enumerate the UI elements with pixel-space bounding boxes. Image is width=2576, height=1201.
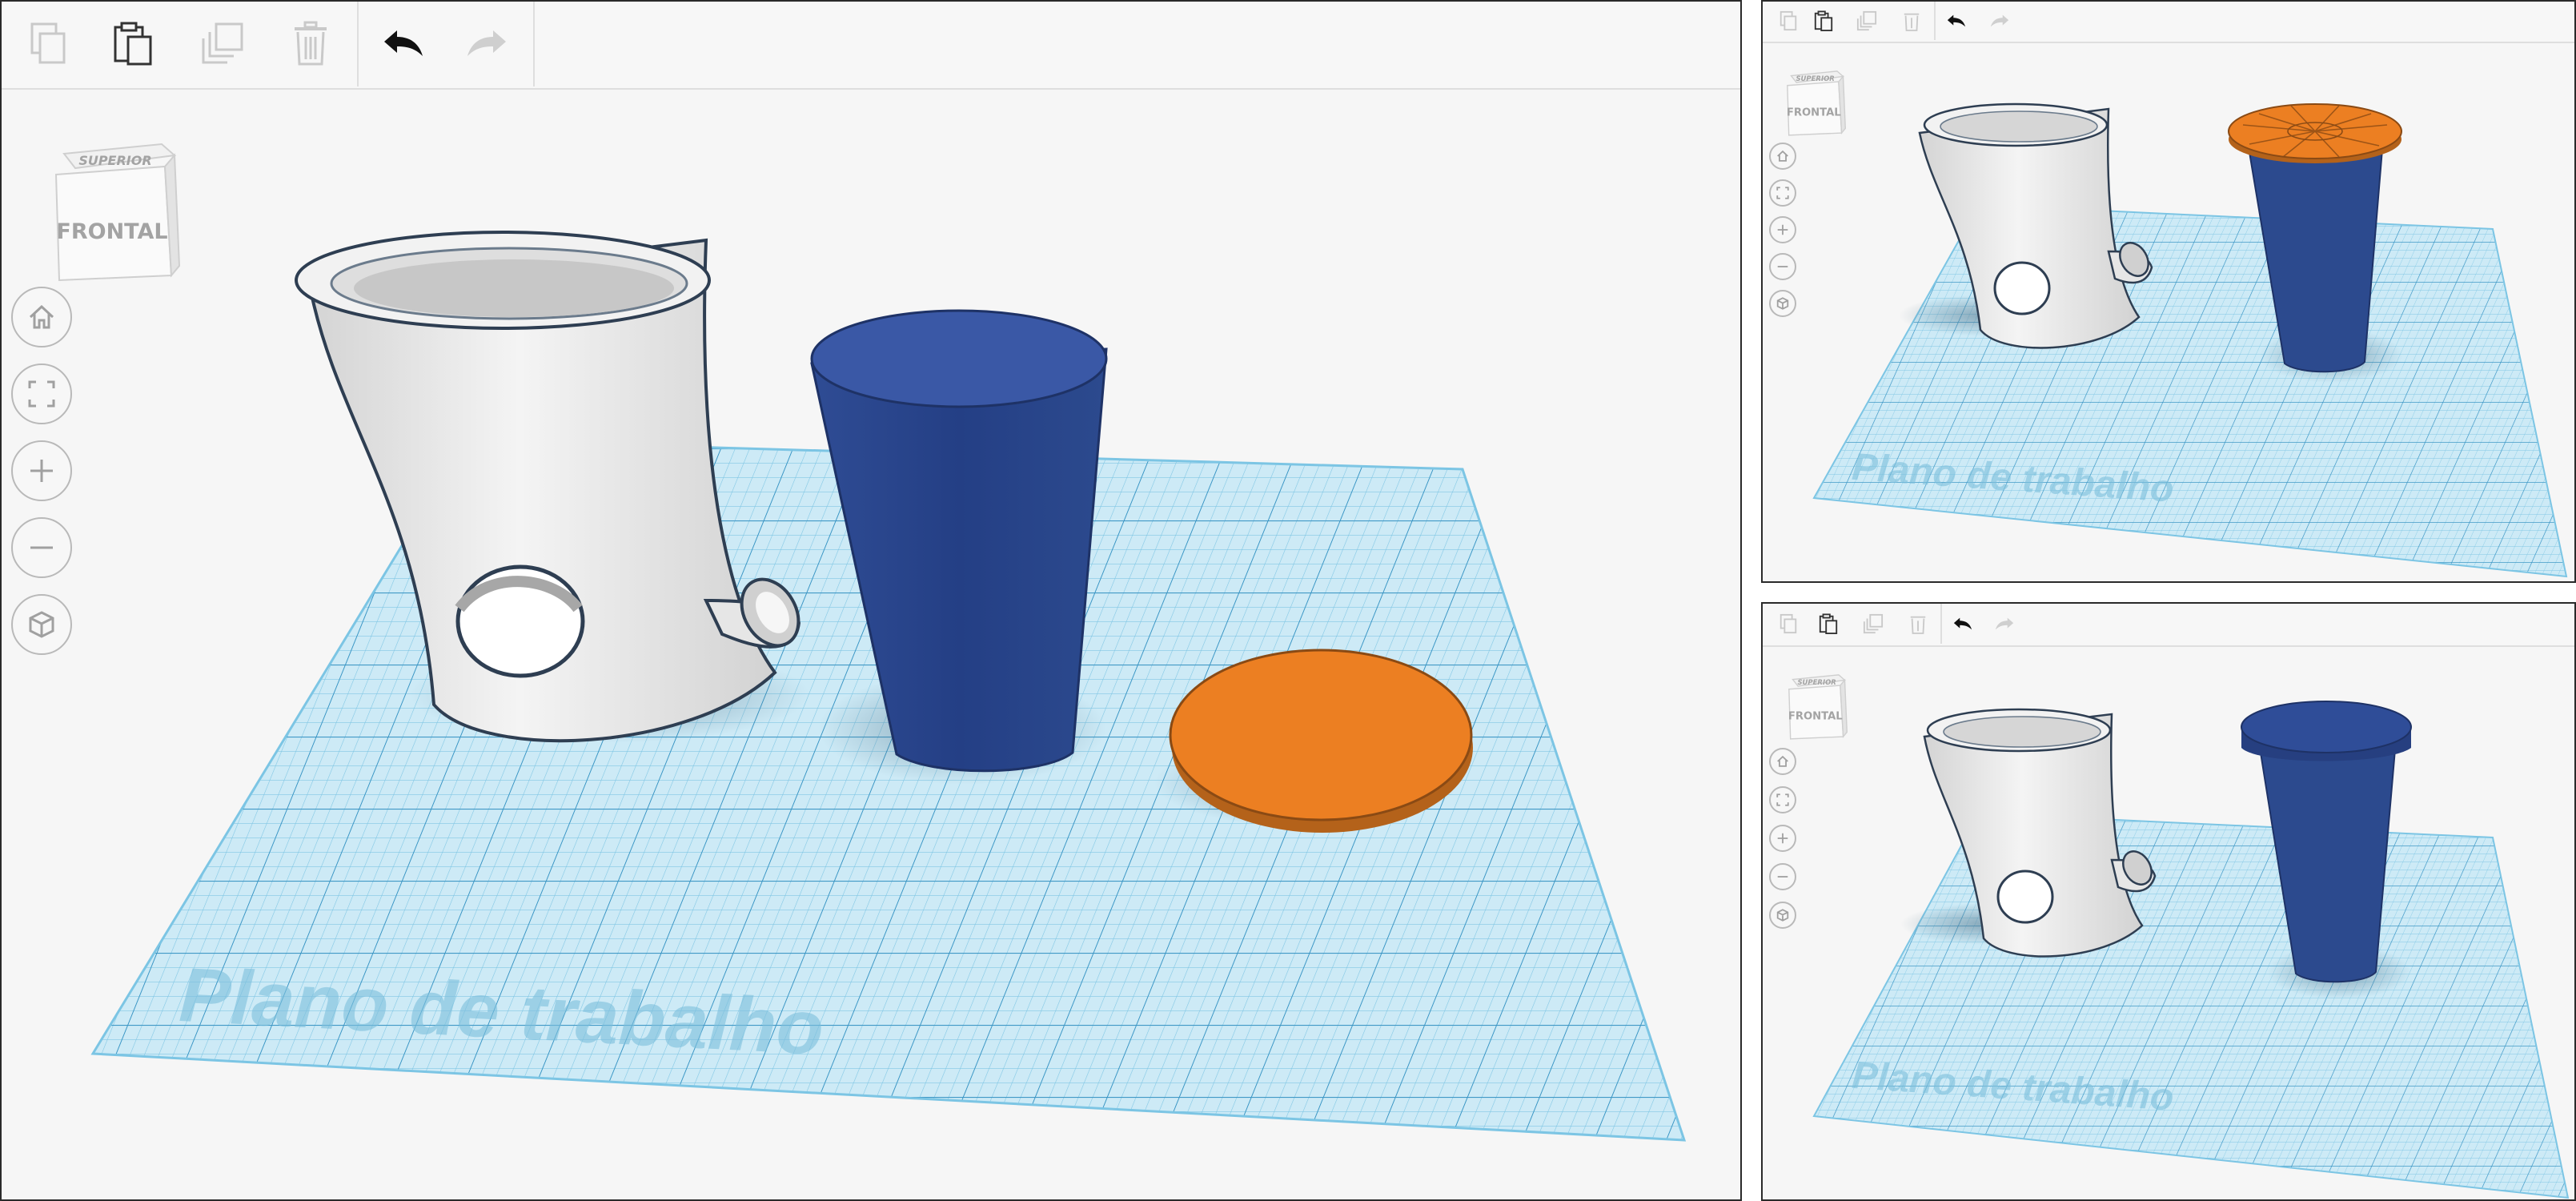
main-editor-panel: SUPERIOR FRONTAL Plano de trabalho [0, 0, 1742, 1201]
preview-panel-top: SUPERIOR FRONTAL Plano de trabalho [1761, 0, 2576, 583]
toolbar-separator [533, 2, 535, 86]
delete-icon [1904, 13, 1920, 31]
scene-viewport[interactable]: Plano de trabalho [2, 88, 1740, 1199]
copy-icon [1780, 10, 1797, 31]
paste-button[interactable] [1814, 604, 1843, 644]
paste-button[interactable] [102, 2, 163, 85]
undo-button[interactable] [1942, 2, 1971, 40]
redo-button[interactable] [1985, 2, 2014, 40]
undo-icon [1953, 617, 1972, 630]
preview-panel-bottom: SUPERIOR FRONTAL Plano de trabalho [1761, 602, 2576, 1201]
toolbar [1763, 604, 2574, 647]
scene-viewport[interactable]: Plano de trabalho [1763, 42, 2574, 581]
orange-disc-object[interactable] [2228, 103, 2402, 163]
duplicate-button[interactable] [192, 2, 253, 85]
scene-viewport[interactable]: Plano de trabalho [1763, 645, 2574, 1199]
orange-disc-object[interactable] [1169, 649, 1473, 833]
toolbar-separator [1934, 2, 1936, 40]
copy-icon [1780, 613, 1797, 634]
paste-icon [114, 22, 152, 66]
copy-icon [30, 22, 66, 64]
delete-icon [295, 21, 327, 66]
redo-button[interactable] [1990, 604, 2019, 644]
redo-icon [1995, 617, 2014, 630]
toolbar-separator [357, 2, 359, 86]
undo-icon [384, 30, 423, 56]
duplicate-icon [1856, 10, 1877, 31]
duplicate-icon [1863, 613, 1884, 634]
paste-icon [1819, 613, 1838, 634]
paste-icon [1814, 10, 1833, 31]
toolbar [1763, 2, 2574, 43]
duplicate-button[interactable] [1852, 2, 1881, 40]
copy-button[interactable] [1774, 2, 1803, 40]
delete-button[interactable] [1904, 604, 1932, 644]
redo-icon [1990, 14, 2009, 27]
delete-button[interactable] [1897, 2, 1926, 40]
toolbar-separator [1940, 604, 1942, 644]
copy-button[interactable] [18, 2, 78, 85]
blue-lid-object[interactable] [2241, 701, 2412, 761]
undo-button[interactable] [375, 2, 432, 85]
toolbar [2, 2, 1740, 90]
duplicate-icon [202, 22, 243, 64]
delete-button[interactable] [280, 2, 341, 85]
duplicate-button[interactable] [1859, 604, 1888, 644]
paste-button[interactable] [1809, 2, 1838, 40]
redo-icon [467, 30, 506, 56]
undo-button[interactable] [1948, 604, 1977, 644]
redo-button[interactable] [458, 2, 516, 85]
undo-icon [1947, 14, 1966, 27]
delete-icon [1910, 616, 1926, 634]
copy-button[interactable] [1774, 604, 1803, 644]
